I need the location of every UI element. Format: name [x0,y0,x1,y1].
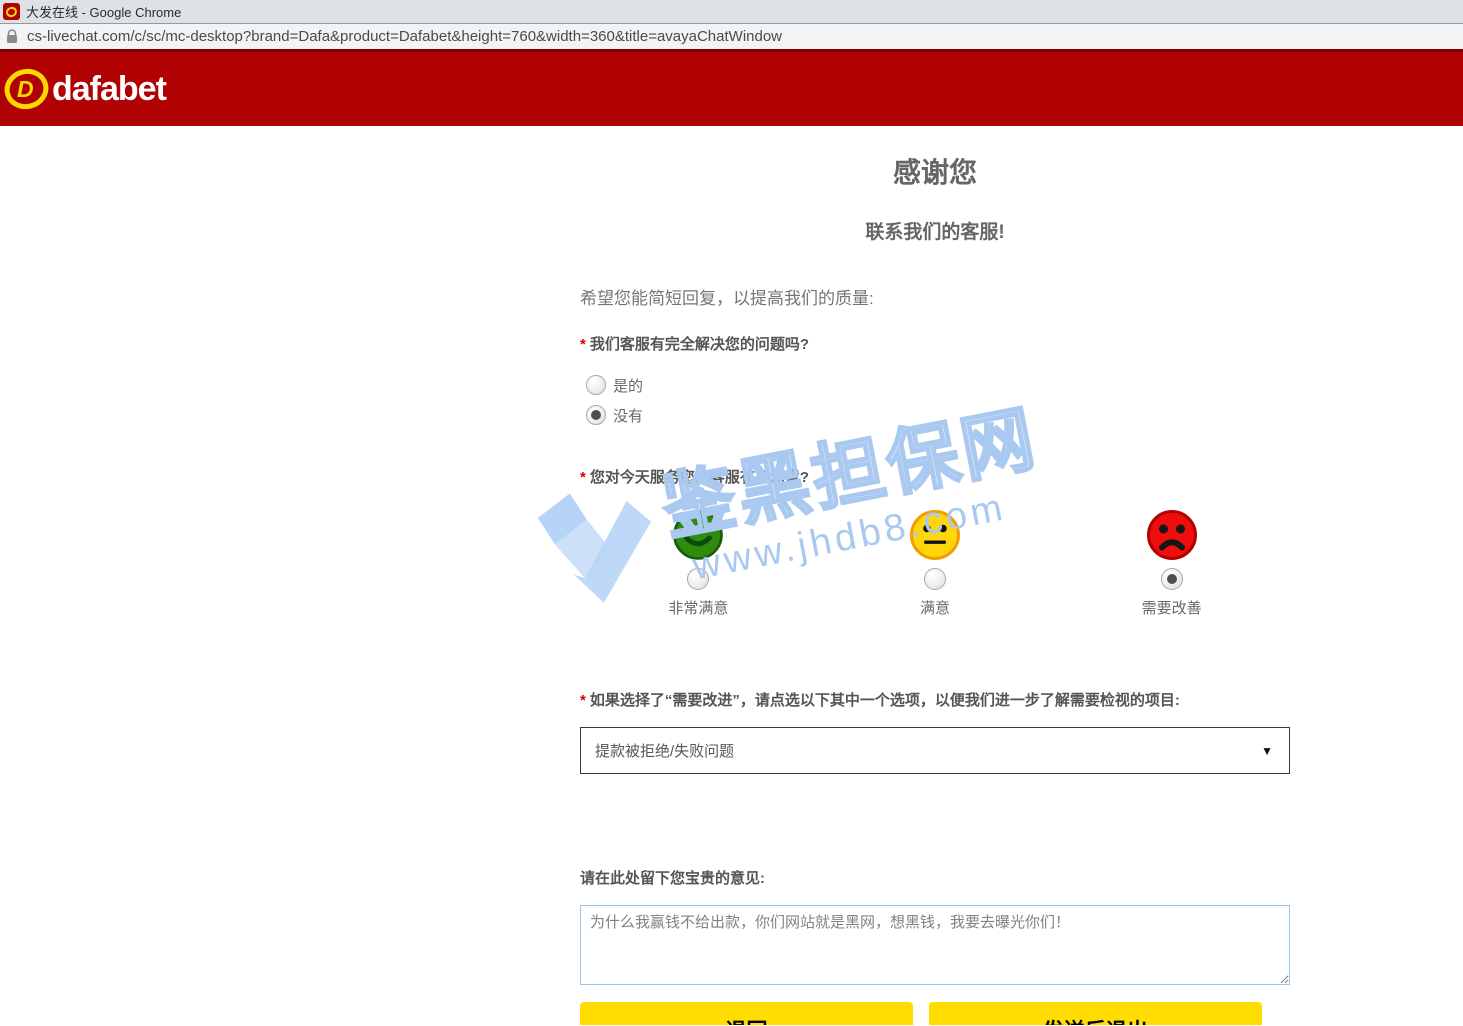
required-marker: * [580,469,586,486]
comment-textarea[interactable]: 为什么我赢钱不给出款，你们网站就是黑网，想黑钱，我要去曝光你们！ [580,905,1290,985]
required-marker: * [580,336,586,353]
browser-url-bar[interactable]: cs-livechat.com/c/sc/mc-desktop?brand=Da… [0,24,1463,49]
window-title: 大发在线 - Google Chrome [26,2,181,21]
brand-name: dafabet [52,70,166,109]
sad-red-face-icon [1146,509,1198,561]
back-button[interactable]: 退回 [580,1002,913,1025]
required-marker: * [580,692,586,709]
send-exit-button[interactable]: 发送后退出 [929,1002,1262,1025]
url-text[interactable]: cs-livechat.com/c/sc/mc-desktop?brand=Da… [27,28,782,45]
intro-text: 希望您能简短回复，以提高我们的质量: [580,284,1290,309]
comment-label: 请在此处留下您宝贵的意见: [580,867,1290,888]
radio-no-label: 没有 [613,405,643,426]
radio-satisfied[interactable] [924,568,946,590]
resolved-radio-group: 是的 没有 [580,372,1290,428]
page-subtitle: 联系我们的客服! [580,217,1290,244]
question-resolved: *我们客服有完全解决您的问题吗? [580,333,1290,354]
radio-option-no[interactable]: 没有 [580,402,1290,428]
needs-improvement-label: 需要改善 [1142,597,1202,618]
satisfaction-options: 非常满意 满意 需要改善 [580,509,1290,618]
dafabet-logo: D dafabet [4,68,166,110]
option-satisfied[interactable]: 满意 [817,509,1054,618]
dafabet-logo-icon: D [4,68,49,110]
question-satisfaction: *您对今天服务您的客服有多满意? [580,466,1290,487]
main-content: 感谢您 联系我们的客服! 希望您能简短回复，以提高我们的质量: *我们客服有完全… [0,126,1463,1025]
radio-yes-label: 是的 [613,375,643,396]
chevron-down-icon: ▼ [1261,744,1273,758]
browser-title-bar: 大发在线 - Google Chrome [0,0,1463,24]
option-very-satisfied[interactable]: 非常满意 [580,509,817,618]
neutral-yellow-face-icon [909,509,961,561]
option-needs-improvement[interactable]: 需要改善 [1053,509,1290,618]
radio-needs-improvement[interactable] [1161,568,1183,590]
radio-yes[interactable] [586,375,606,395]
dafabet-favicon-icon [3,3,20,20]
radio-no[interactable] [586,405,606,425]
radio-very-satisfied[interactable] [687,568,709,590]
reason-dropdown[interactable]: 提款被拒绝/失败问题 ▼ [580,727,1290,774]
page-title: 感谢您 [580,151,1290,191]
satisfied-label: 满意 [920,597,950,618]
reason-dropdown-value: 提款被拒绝/失败问题 [595,740,734,761]
padlock-icon [6,29,18,44]
radio-option-yes[interactable]: 是的 [580,372,1290,398]
button-row: 退回 发送后退出 [580,1002,1290,1025]
very-satisfied-label: 非常满意 [668,597,728,618]
app-header: D dafabet [0,49,1463,126]
svg-text:D: D [17,76,34,102]
happy-green-face-icon [672,509,724,561]
question-reason: *如果选择了“需要改进”，请点选以下其中一个选项，以便我们进一步了解需要检视的项… [580,689,1290,710]
